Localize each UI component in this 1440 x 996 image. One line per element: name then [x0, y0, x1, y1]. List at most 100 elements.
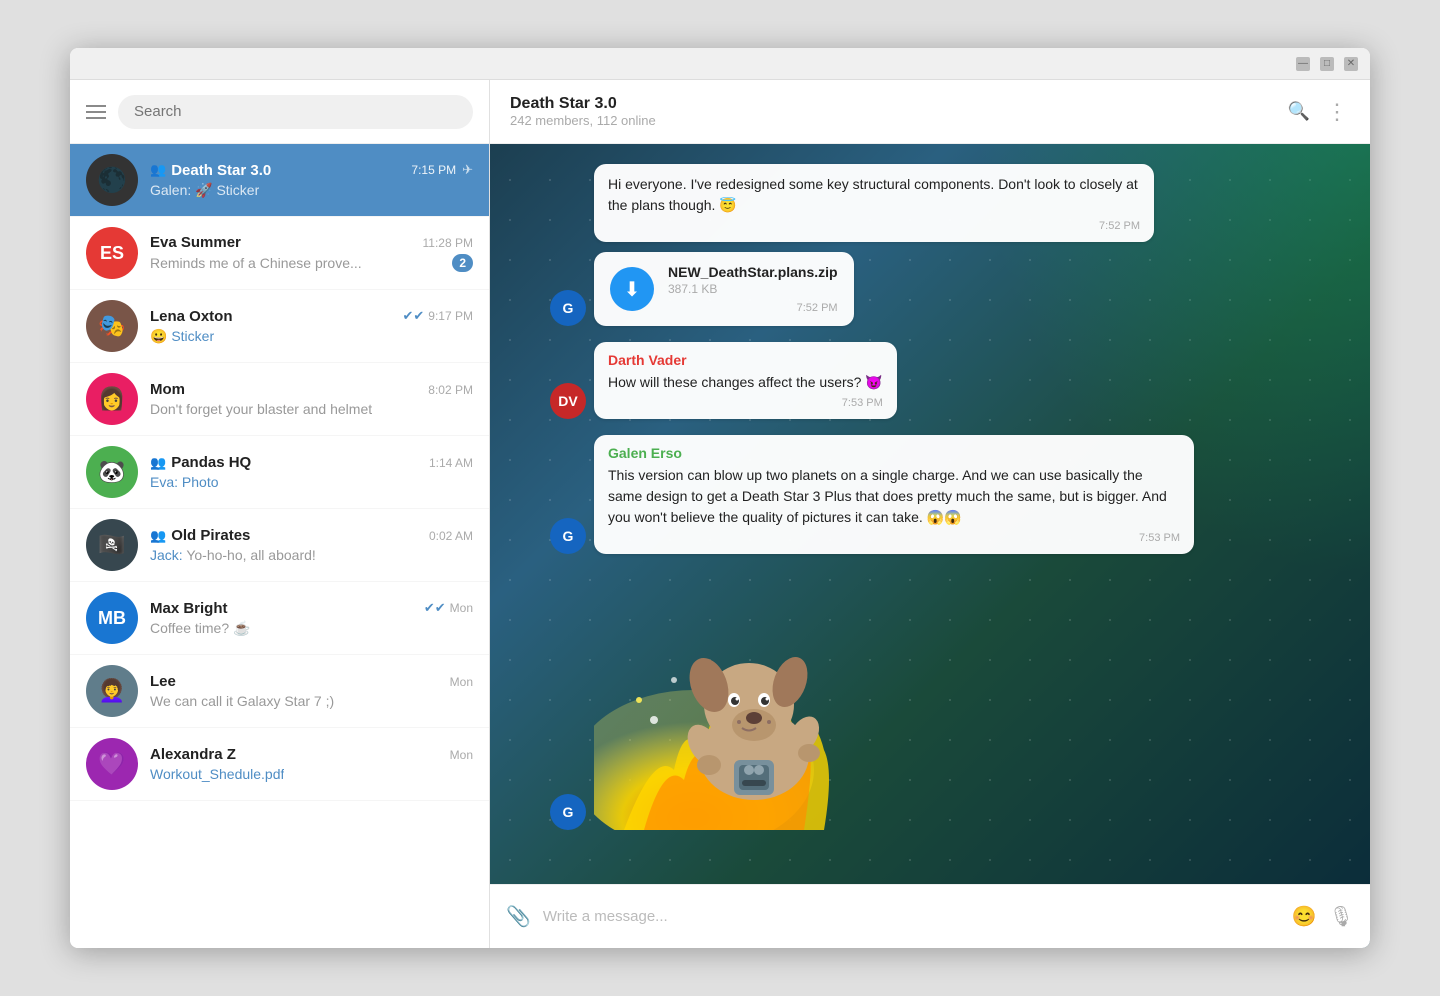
avatar-galen-1: G [550, 290, 586, 326]
search-icon[interactable]: 🔍 [1288, 101, 1310, 122]
chat-time-eva: 11:28 PM [423, 236, 473, 250]
chat-item-mom[interactable]: 👩 Mom 8:02 PM Don't forget your blaster … [70, 363, 489, 436]
emoji-icon[interactable]: 😊 [1292, 904, 1317, 929]
message-time-1: 7:52 PM [608, 220, 1140, 232]
chat-time-lee: Mon [450, 675, 473, 689]
chat-time-max: Mon [450, 601, 473, 615]
file-name: NEW_DeathStar.plans.zip [668, 264, 838, 280]
message-bubble-3: Darth Vader How will these changes affec… [594, 342, 897, 419]
minimize-button[interactable]: — [1296, 57, 1310, 71]
chat-item-lena[interactable]: 🎭 Lena Oxton ✔✔ 9:17 PM 😀 Sticker [70, 290, 489, 363]
chat-name-pandas: 👥 Pandas HQ [150, 454, 251, 471]
pin-icon: ✈ [462, 162, 473, 178]
chat-preview-lena: 😀 Sticker [150, 328, 214, 345]
avatar-galen-2: G [550, 518, 586, 554]
message-time-4: 7:53 PM [608, 532, 1180, 544]
file-time: 7:52 PM [668, 302, 838, 314]
title-bar: — □ ✕ [70, 48, 1370, 80]
sidebar: 🌑 👥 Death Star 3.0 7:15 PM ✈ [70, 80, 490, 948]
chat-name-pirates: 👥 Old Pirates [150, 527, 250, 544]
chat-preview-death-star: Galen: 🚀 Sticker [150, 182, 259, 199]
sidebar-header [70, 80, 489, 144]
menu-button[interactable] [86, 105, 106, 119]
chat-area: Death Star 3.0 242 members, 112 online 🔍… [490, 80, 1370, 948]
avatar-lena: 🎭 [86, 300, 138, 352]
messages-area: Hi everyone. I've redesigned some key st… [490, 144, 1370, 884]
group-icon-pirates: 👥 [150, 528, 166, 544]
chat-time-alexandra: Mon [450, 748, 473, 762]
microphone-icon[interactable]: 🎙 [1329, 904, 1354, 929]
message-text-1: Hi everyone. I've redesigned some key st… [608, 174, 1140, 216]
avatar-galen-3: G [550, 794, 586, 830]
message-time-3: 7:53 PM [608, 397, 883, 409]
chat-name-mom: Mom [150, 381, 185, 398]
file-bubble: ⬇ NEW_DeathStar.plans.zip 387.1 KB 7:52 … [594, 252, 854, 326]
chat-subtitle: 242 members, 112 online [510, 113, 656, 128]
chat-item-alexandra[interactable]: 💜 Alexandra Z Mon Workout_Shedule.pdf [70, 728, 489, 801]
search-input[interactable] [134, 103, 457, 120]
msg-row-5: G [550, 570, 1310, 830]
file-info: NEW_DeathStar.plans.zip 387.1 KB 7:52 PM [668, 264, 838, 314]
msg-row-3: DV Darth Vader How will these changes af… [550, 342, 1310, 419]
chat-item-death-star[interactable]: 🌑 👥 Death Star 3.0 7:15 PM ✈ [70, 144, 489, 217]
chat-item-pirates[interactable]: 🏴‍☠️ 👥 Old Pirates 0:02 AM Jack: Yo-ho-h… [70, 509, 489, 582]
message-input[interactable] [543, 908, 1280, 925]
search-wrap[interactable] [118, 95, 473, 129]
maximize-button[interactable]: □ [1320, 57, 1334, 71]
download-icon[interactable]: ⬇ [610, 267, 654, 311]
chat-item-max[interactable]: MB Max Bright ✔✔ Mon Coffee time? ☕ [70, 582, 489, 655]
chat-name-eva-summer: Eva Summer [150, 234, 241, 251]
chat-name-lee: Lee [150, 673, 176, 690]
chat-info-eva-summer: Eva Summer 11:28 PM Reminds me of a Chin… [150, 234, 473, 272]
avatar-eva-summer: ES [86, 227, 138, 279]
chat-name-max: Max Bright [150, 600, 228, 617]
chat-info-mom: Mom 8:02 PM Don't forget your blaster an… [150, 381, 473, 417]
chat-header-actions: 🔍 ⋮ [1288, 99, 1350, 125]
avatar-darth: DV [550, 383, 586, 419]
main-content: 🌑 👥 Death Star 3.0 7:15 PM ✈ [70, 80, 1370, 948]
message-text-3: How will these changes affect the users?… [608, 372, 883, 393]
chat-item-pandas[interactable]: 🐼 👥 Pandas HQ 1:14 AM Eva: Photo [70, 436, 489, 509]
chat-preview-alexandra: Workout_Shedule.pdf [150, 766, 284, 782]
chat-item-eva-summer[interactable]: ES Eva Summer 11:28 PM Reminds me of a C… [70, 217, 489, 290]
message-bubble-1: Hi everyone. I've redesigned some key st… [594, 164, 1154, 242]
chat-name-death-star: 👥 Death Star 3.0 [150, 162, 271, 179]
chat-list: 🌑 👥 Death Star 3.0 7:15 PM ✈ [70, 144, 489, 948]
msg-row-4: G Galen Erso This version can blow up tw… [550, 435, 1310, 554]
chat-info-death-star: 👥 Death Star 3.0 7:15 PM ✈ Galen: 🚀 Stic… [150, 162, 473, 199]
chat-time-mom: 8:02 PM [428, 383, 473, 397]
avatar-pirates: 🏴‍☠️ [86, 519, 138, 571]
chat-preview-mom: Don't forget your blaster and helmet [150, 401, 372, 417]
chat-header-info: Death Star 3.0 242 members, 112 online [510, 95, 656, 128]
group-icon-pandas: 👥 [150, 455, 166, 471]
attachment-icon[interactable]: 📎 [506, 904, 531, 929]
chat-title: Death Star 3.0 [510, 95, 656, 113]
chat-header: Death Star 3.0 242 members, 112 online 🔍… [490, 80, 1370, 144]
avatar-death-star: 🌑 [86, 154, 138, 206]
close-button[interactable]: ✕ [1344, 57, 1358, 71]
more-options-icon[interactable]: ⋮ [1326, 99, 1350, 125]
message-text-4: This version can blow up two planets on … [608, 465, 1180, 528]
chat-info-alexandra: Alexandra Z Mon Workout_Shedule.pdf [150, 746, 473, 782]
file-size: 387.1 KB [668, 282, 838, 296]
avatar-lee: 👩‍🦱 [86, 665, 138, 717]
chat-time-death-star: 7:15 PM [411, 163, 456, 177]
chat-item-lee[interactable]: 👩‍🦱 Lee Mon We can call it Galaxy Star 7… [70, 655, 489, 728]
message-bubble-4: Galen Erso This version can blow up two … [594, 435, 1194, 554]
sender-darth-vader: Darth Vader [608, 352, 883, 368]
chat-time-pirates: 0:02 AM [429, 529, 473, 543]
avatar-alexandra: 💜 [86, 738, 138, 790]
msg-row-2: G ⬇ NEW_DeathStar.plans.zip 387.1 KB 7:5… [550, 252, 1310, 326]
avatar-pandas: 🐼 [86, 446, 138, 498]
sent-check-max: ✔✔ [424, 600, 446, 616]
chat-preview-eva: Reminds me of a Chinese prove... [150, 255, 362, 271]
badge-eva: 2 [452, 254, 473, 272]
chat-info-lee: Lee Mon We can call it Galaxy Star 7 ;) [150, 673, 473, 709]
sticker-bubble [594, 570, 854, 830]
group-icon: 👥 [150, 162, 166, 178]
chat-preview-pandas: Eva: Photo [150, 474, 219, 490]
chat-preview-pirates: Jack: Yo-ho-ho, all aboard! [150, 547, 316, 563]
app-window: — □ ✕ 🌑 👥 [70, 48, 1370, 948]
avatar-max: MB [86, 592, 138, 644]
dog-sticker-svg [594, 570, 854, 830]
